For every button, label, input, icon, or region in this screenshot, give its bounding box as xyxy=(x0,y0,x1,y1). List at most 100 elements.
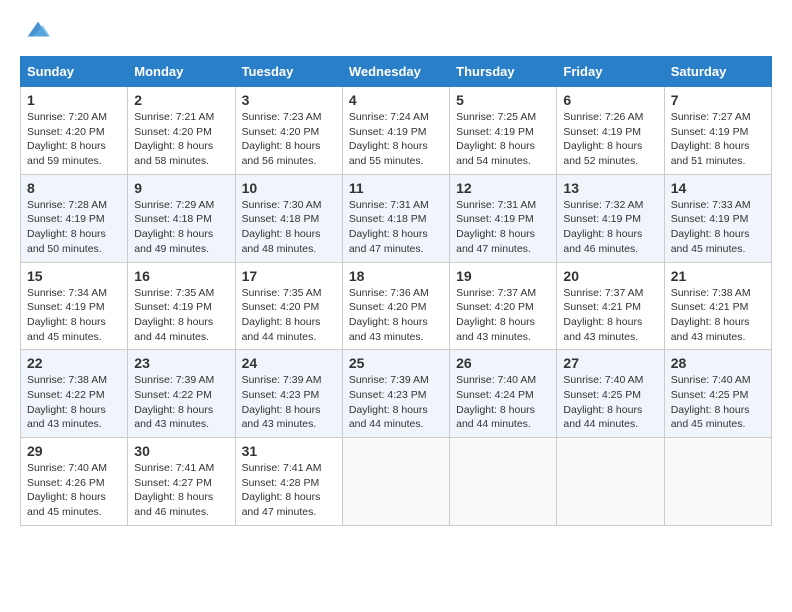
day-number: 3 xyxy=(242,92,336,108)
day-info: Sunrise: 7:32 AM Sunset: 4:19 PM Dayligh… xyxy=(563,198,657,257)
daylight-label: Daylight: 8 hours and 45 minutes. xyxy=(671,228,750,255)
day-info: Sunrise: 7:26 AM Sunset: 4:19 PM Dayligh… xyxy=(563,110,657,169)
sunrise-label: Sunrise: 7:38 AM xyxy=(671,287,751,299)
daylight-label: Daylight: 8 hours and 47 minutes. xyxy=(456,228,535,255)
day-number: 7 xyxy=(671,92,765,108)
page-header xyxy=(20,16,772,44)
calendar-cell: 2 Sunrise: 7:21 AM Sunset: 4:20 PM Dayli… xyxy=(128,87,235,175)
day-number: 16 xyxy=(134,268,228,284)
day-info: Sunrise: 7:33 AM Sunset: 4:19 PM Dayligh… xyxy=(671,198,765,257)
day-number: 26 xyxy=(456,355,550,371)
sunrise-label: Sunrise: 7:26 AM xyxy=(563,111,643,123)
calendar-cell xyxy=(664,438,771,526)
day-number: 17 xyxy=(242,268,336,284)
calendar-header: SundayMondayTuesdayWednesdayThursdayFrid… xyxy=(21,57,772,87)
sunset-label: Sunset: 4:18 PM xyxy=(134,213,212,225)
sunrise-label: Sunrise: 7:39 AM xyxy=(242,374,322,386)
sunrise-label: Sunrise: 7:40 AM xyxy=(27,462,107,474)
daylight-label: Daylight: 8 hours and 45 minutes. xyxy=(27,316,106,343)
day-info: Sunrise: 7:31 AM Sunset: 4:19 PM Dayligh… xyxy=(456,198,550,257)
sunrise-label: Sunrise: 7:40 AM xyxy=(563,374,643,386)
calendar-week-1: 1 Sunrise: 7:20 AM Sunset: 4:20 PM Dayli… xyxy=(21,87,772,175)
sunrise-label: Sunrise: 7:34 AM xyxy=(27,287,107,299)
day-number: 4 xyxy=(349,92,443,108)
daylight-label: Daylight: 8 hours and 45 minutes. xyxy=(27,491,106,518)
calendar-cell: 17 Sunrise: 7:35 AM Sunset: 4:20 PM Dayl… xyxy=(235,262,342,350)
day-number: 23 xyxy=(134,355,228,371)
day-info: Sunrise: 7:31 AM Sunset: 4:18 PM Dayligh… xyxy=(349,198,443,257)
column-header-thursday: Thursday xyxy=(450,57,557,87)
daylight-label: Daylight: 8 hours and 43 minutes. xyxy=(27,404,106,431)
daylight-label: Daylight: 8 hours and 51 minutes. xyxy=(671,140,750,167)
day-info: Sunrise: 7:20 AM Sunset: 4:20 PM Dayligh… xyxy=(27,110,121,169)
daylight-label: Daylight: 8 hours and 54 minutes. xyxy=(456,140,535,167)
day-number: 20 xyxy=(563,268,657,284)
calendar-cell: 31 Sunrise: 7:41 AM Sunset: 4:28 PM Dayl… xyxy=(235,438,342,526)
calendar-cell: 29 Sunrise: 7:40 AM Sunset: 4:26 PM Dayl… xyxy=(21,438,128,526)
day-info: Sunrise: 7:40 AM Sunset: 4:24 PM Dayligh… xyxy=(456,373,550,432)
day-number: 25 xyxy=(349,355,443,371)
day-info: Sunrise: 7:41 AM Sunset: 4:27 PM Dayligh… xyxy=(134,461,228,520)
calendar-week-2: 8 Sunrise: 7:28 AM Sunset: 4:19 PM Dayli… xyxy=(21,174,772,262)
day-number: 29 xyxy=(27,443,121,459)
day-info: Sunrise: 7:36 AM Sunset: 4:20 PM Dayligh… xyxy=(349,286,443,345)
daylight-label: Daylight: 8 hours and 49 minutes. xyxy=(134,228,213,255)
day-info: Sunrise: 7:39 AM Sunset: 4:23 PM Dayligh… xyxy=(349,373,443,432)
sunset-label: Sunset: 4:20 PM xyxy=(242,126,320,138)
day-number: 27 xyxy=(563,355,657,371)
day-info: Sunrise: 7:25 AM Sunset: 4:19 PM Dayligh… xyxy=(456,110,550,169)
sunrise-label: Sunrise: 7:31 AM xyxy=(349,199,429,211)
sunrise-label: Sunrise: 7:28 AM xyxy=(27,199,107,211)
day-info: Sunrise: 7:40 AM Sunset: 4:25 PM Dayligh… xyxy=(563,373,657,432)
sunset-label: Sunset: 4:25 PM xyxy=(671,389,749,401)
day-info: Sunrise: 7:35 AM Sunset: 4:19 PM Dayligh… xyxy=(134,286,228,345)
calendar-cell: 23 Sunrise: 7:39 AM Sunset: 4:22 PM Dayl… xyxy=(128,350,235,438)
daylight-label: Daylight: 8 hours and 43 minutes. xyxy=(456,316,535,343)
calendar-cell xyxy=(342,438,449,526)
calendar-cell: 12 Sunrise: 7:31 AM Sunset: 4:19 PM Dayl… xyxy=(450,174,557,262)
daylight-label: Daylight: 8 hours and 44 minutes. xyxy=(134,316,213,343)
day-info: Sunrise: 7:37 AM Sunset: 4:21 PM Dayligh… xyxy=(563,286,657,345)
day-info: Sunrise: 7:39 AM Sunset: 4:23 PM Dayligh… xyxy=(242,373,336,432)
day-info: Sunrise: 7:23 AM Sunset: 4:20 PM Dayligh… xyxy=(242,110,336,169)
sunset-label: Sunset: 4:19 PM xyxy=(563,126,641,138)
logo xyxy=(20,16,52,44)
day-info: Sunrise: 7:37 AM Sunset: 4:20 PM Dayligh… xyxy=(456,286,550,345)
sunset-label: Sunset: 4:20 PM xyxy=(27,126,105,138)
sunset-label: Sunset: 4:20 PM xyxy=(134,126,212,138)
day-info: Sunrise: 7:27 AM Sunset: 4:19 PM Dayligh… xyxy=(671,110,765,169)
day-number: 2 xyxy=(134,92,228,108)
day-info: Sunrise: 7:34 AM Sunset: 4:19 PM Dayligh… xyxy=(27,286,121,345)
day-number: 15 xyxy=(27,268,121,284)
column-header-wednesday: Wednesday xyxy=(342,57,449,87)
day-info: Sunrise: 7:40 AM Sunset: 4:25 PM Dayligh… xyxy=(671,373,765,432)
day-number: 31 xyxy=(242,443,336,459)
sunrise-label: Sunrise: 7:41 AM xyxy=(134,462,214,474)
calendar-cell: 7 Sunrise: 7:27 AM Sunset: 4:19 PM Dayli… xyxy=(664,87,771,175)
day-number: 21 xyxy=(671,268,765,284)
sunset-label: Sunset: 4:19 PM xyxy=(671,126,749,138)
daylight-label: Daylight: 8 hours and 59 minutes. xyxy=(27,140,106,167)
calendar-table: SundayMondayTuesdayWednesdayThursdayFrid… xyxy=(20,56,772,526)
calendar-cell: 13 Sunrise: 7:32 AM Sunset: 4:19 PM Dayl… xyxy=(557,174,664,262)
day-number: 5 xyxy=(456,92,550,108)
daylight-label: Daylight: 8 hours and 48 minutes. xyxy=(242,228,321,255)
sunrise-label: Sunrise: 7:35 AM xyxy=(242,287,322,299)
calendar-cell: 22 Sunrise: 7:38 AM Sunset: 4:22 PM Dayl… xyxy=(21,350,128,438)
sunrise-label: Sunrise: 7:41 AM xyxy=(242,462,322,474)
column-header-friday: Friday xyxy=(557,57,664,87)
day-number: 12 xyxy=(456,180,550,196)
daylight-label: Daylight: 8 hours and 43 minutes. xyxy=(242,404,321,431)
sunset-label: Sunset: 4:19 PM xyxy=(456,126,534,138)
sunrise-label: Sunrise: 7:20 AM xyxy=(27,111,107,123)
sunset-label: Sunset: 4:19 PM xyxy=(134,301,212,313)
sunset-label: Sunset: 4:24 PM xyxy=(456,389,534,401)
sunset-label: Sunset: 4:19 PM xyxy=(349,126,427,138)
sunset-label: Sunset: 4:21 PM xyxy=(563,301,641,313)
calendar-cell: 1 Sunrise: 7:20 AM Sunset: 4:20 PM Dayli… xyxy=(21,87,128,175)
day-info: Sunrise: 7:41 AM Sunset: 4:28 PM Dayligh… xyxy=(242,461,336,520)
calendar-cell: 6 Sunrise: 7:26 AM Sunset: 4:19 PM Dayli… xyxy=(557,87,664,175)
day-info: Sunrise: 7:30 AM Sunset: 4:18 PM Dayligh… xyxy=(242,198,336,257)
calendar-body: 1 Sunrise: 7:20 AM Sunset: 4:20 PM Dayli… xyxy=(21,87,772,526)
daylight-label: Daylight: 8 hours and 43 minutes. xyxy=(134,404,213,431)
